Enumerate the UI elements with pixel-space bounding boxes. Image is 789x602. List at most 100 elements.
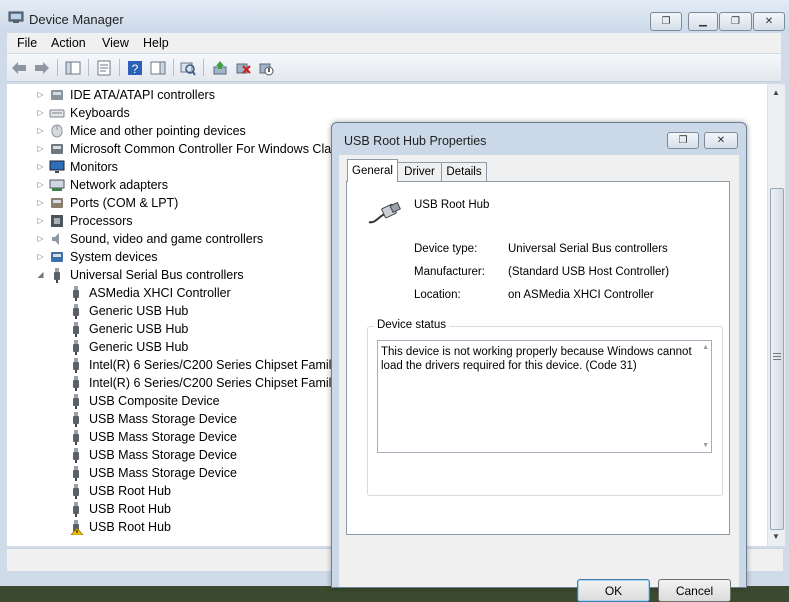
usb-icon <box>73 340 79 355</box>
title-bar[interactable]: Device Manager ❐ ▁ ❐ ✕ <box>0 0 789 32</box>
properties-icon <box>97 60 110 75</box>
expand-arrow-icon[interactable]: ▷ <box>36 126 45 135</box>
tree-item-label: Microsoft Common Controller For Windows … <box>70 142 344 156</box>
show-hide-console-tree-button[interactable] <box>64 59 81 76</box>
usb-icon <box>73 376 79 391</box>
tree-item-label: Ports (COM & LPT) <box>70 196 179 210</box>
help-button[interactable]: ? <box>126 59 143 76</box>
tree-item-label: Generic USB Hub <box>89 304 189 318</box>
processor-icon <box>51 215 63 227</box>
expand-arrow-icon[interactable]: ▷ <box>36 252 45 261</box>
usb-icon <box>54 268 60 283</box>
maximize-icon: ❐ <box>731 16 740 27</box>
device-status-text: This device is not working properly beca… <box>381 346 692 372</box>
monitor-icon <box>49 160 65 173</box>
port-icon <box>51 198 63 208</box>
tree-item-label: Keyboards <box>70 106 130 120</box>
tree-item-label: IDE ATA/ATAPI controllers <box>70 88 215 102</box>
back-arrow-icon <box>11 61 26 74</box>
tree-item-label: Intel(R) 6 Series/C200 Series Chipset Fa… <box>89 358 367 372</box>
usb-icon <box>73 286 79 301</box>
window-title: Device Manager <box>29 12 124 27</box>
usb-icon <box>73 304 79 319</box>
tree-item-label: USB Root Hub <box>89 484 171 498</box>
properties-button[interactable] <box>95 59 112 76</box>
disable-icon <box>259 63 273 75</box>
usb-icon <box>73 502 79 517</box>
menu-view[interactable]: View <box>102 36 129 50</box>
tree-item-label: USB Root Hub <box>89 520 171 534</box>
tree-item-label: Universal Serial Bus controllers <box>70 268 244 282</box>
tab-driver[interactable]: Driver <box>397 162 442 181</box>
tree-item-label: Generic USB Hub <box>89 322 189 336</box>
uninstall-button[interactable] <box>234 59 251 76</box>
scroll-down-arrow-icon[interactable]: ▼ <box>702 442 709 449</box>
usb-icon <box>73 322 79 337</box>
usb-icon <box>73 358 79 373</box>
expand-arrow-icon[interactable]: ▷ <box>36 90 45 99</box>
ide-controller-icon <box>51 90 63 100</box>
keyboard-icon <box>49 109 65 118</box>
restore-icon: ❐ <box>661 16 671 27</box>
usb-icon <box>73 394 79 409</box>
update-driver-icon <box>213 60 226 74</box>
ok-button[interactable]: OK <box>577 579 650 602</box>
dialog-restore-button[interactable]: ❐ <box>667 132 699 149</box>
scan-hardware-changes-button[interactable] <box>179 59 196 76</box>
back-button[interactable] <box>10 59 27 76</box>
minimize-icon: ▁ <box>699 16 707 27</box>
tree-category[interactable]: ▷ IDE ATA/ATAPI controllers <box>7 86 767 104</box>
expand-arrow-icon[interactable]: ▷ <box>36 216 45 225</box>
dialog-close-button[interactable]: ✕ <box>704 132 738 149</box>
tree-item-label: USB Composite Device <box>89 394 220 408</box>
dialog-title: USB Root Hub Properties <box>344 134 487 148</box>
sound-icon <box>52 233 59 245</box>
minimize-button[interactable]: ▁ <box>688 12 718 31</box>
tree-category[interactable]: ▷ Keyboards <box>7 104 767 122</box>
menu-action[interactable]: Action <box>51 36 86 50</box>
restore-button[interactable]: ❐ <box>650 12 682 31</box>
close-button[interactable]: ✕ <box>753 12 785 31</box>
action-pane-icon <box>150 61 165 74</box>
tree-item-label: USB Mass Storage Device <box>89 430 237 444</box>
tab-details[interactable]: Details <box>441 162 487 181</box>
expand-arrow-icon[interactable]: ▷ <box>36 162 45 171</box>
usb-icon <box>73 430 79 445</box>
expand-arrow-icon[interactable]: ▷ <box>36 198 45 207</box>
network-adapter-icon <box>49 179 65 191</box>
toolbar-separator <box>88 59 89 76</box>
update-driver-button[interactable] <box>211 59 228 76</box>
toolbar-separator <box>57 59 58 76</box>
tree-item-label: Monitors <box>70 160 118 174</box>
expand-arrow-icon[interactable]: ▷ <box>36 234 45 243</box>
help-icon: ? <box>127 60 142 76</box>
menu-file[interactable]: File <box>17 36 37 50</box>
console-tree-icon <box>65 61 80 74</box>
general-tab-panel: USB Root Hub Device type: Universal Seri… <box>346 181 730 535</box>
tree-item-label: Intel(R) 6 Series/C200 Series Chipset Fa… <box>89 376 367 390</box>
disable-button[interactable] <box>257 59 274 76</box>
expand-arrow-icon[interactable]: ▷ <box>36 144 45 153</box>
menu-help[interactable]: Help <box>143 36 169 50</box>
tree-vertical-scrollbar[interactable]: ▲ ▼ <box>767 84 785 546</box>
scroll-down-arrow-icon[interactable]: ▼ <box>772 532 780 541</box>
close-icon: ✕ <box>764 16 774 27</box>
tree-item-label: ASMedia XHCI Controller <box>89 286 231 300</box>
device-status-textbox[interactable]: This device is not working properly beca… <box>377 340 712 453</box>
expand-arrow-icon[interactable]: ▷ <box>36 180 45 189</box>
uninstall-icon <box>236 63 251 74</box>
maximize-button[interactable]: ❐ <box>719 12 752 31</box>
cancel-button[interactable]: Cancel <box>658 579 731 602</box>
forward-button[interactable] <box>33 59 50 76</box>
scroll-up-arrow-icon[interactable]: ▲ <box>772 88 780 97</box>
collapse-arrow-icon[interactable]: ◢ <box>36 270 45 279</box>
tab-general[interactable]: General <box>347 159 398 182</box>
tree-item-label: System devices <box>70 250 158 264</box>
location-label: Location: <box>414 289 461 301</box>
show-hide-action-pane-button[interactable] <box>149 59 166 76</box>
scroll-thumb[interactable] <box>770 188 784 530</box>
expand-arrow-icon[interactable]: ▷ <box>36 108 45 117</box>
device-manager-icon <box>8 11 24 23</box>
device-status-group: Device status This device is not working… <box>367 319 723 496</box>
scroll-up-arrow-icon[interactable]: ▲ <box>702 344 709 351</box>
